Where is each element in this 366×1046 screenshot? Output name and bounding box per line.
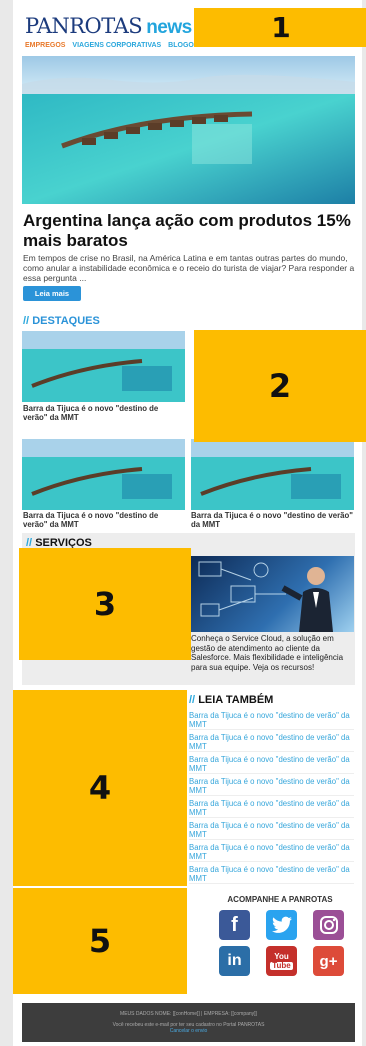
- overlay-box-1: 1: [194, 8, 366, 47]
- destaque-caption-3[interactable]: Barra da Tijuca é o novo "destino de ver…: [191, 511, 353, 529]
- hero-lead: Em tempos de crise no Brasil, na América…: [23, 253, 355, 283]
- heading-slash: //: [23, 315, 30, 327]
- social-heading: ACOMPANHE A PANROTAS: [227, 895, 333, 904]
- linkedin-icon[interactable]: in: [219, 946, 250, 976]
- related-link[interactable]: Barra da Tijuca é o novo "destino de ver…: [189, 843, 354, 862]
- destaque-caption-1[interactable]: Barra da Tijuca é o novo "destino de ver…: [23, 404, 183, 422]
- google-plus-icon[interactable]: g+: [313, 946, 344, 976]
- service-cloud-image[interactable]: [191, 556, 354, 632]
- youtube-icon[interactable]: You Tube: [266, 946, 297, 976]
- destaques-heading: // DESTAQUES: [23, 315, 100, 327]
- overlay-label: 3: [93, 585, 117, 623]
- hero-image[interactable]: [22, 56, 355, 204]
- linkedin-glyph: in: [227, 952, 242, 969]
- overlay-box-5: 5: [13, 888, 187, 994]
- facebook-icon[interactable]: f: [219, 910, 250, 940]
- overlay-label: 1: [271, 11, 291, 44]
- hero-title[interactable]: Argentina lança ação com produtos 15% ma…: [23, 211, 358, 251]
- related-link[interactable]: Barra da Tijuca é o novo "destino de ver…: [189, 799, 354, 818]
- overlay-box-4: 4: [13, 690, 187, 886]
- related-link[interactable]: Barra da Tijuca é o novo "destino de ver…: [189, 865, 354, 884]
- footer-user-data: MEUS DADOS NOME: [[conHome]] | EMPRESA: …: [120, 1011, 257, 1017]
- youtube-glyph-top: You: [274, 951, 289, 961]
- heading-text: DESTAQUES: [32, 315, 100, 327]
- instagram-icon[interactable]: [313, 910, 344, 940]
- related-link[interactable]: Barra da Tijuca é o novo "destino de ver…: [189, 821, 354, 840]
- youtube-glyph-bottom: Tube: [270, 960, 293, 970]
- overlay-label: 5: [88, 922, 112, 960]
- service-cloud-text[interactable]: Conheça o Service Cloud, a solução em ge…: [191, 634, 354, 672]
- twitter-icon[interactable]: [266, 910, 297, 940]
- heading-text: LEIA TAMBÉM: [198, 694, 274, 706]
- related-link[interactable]: Barra da Tijuca é o novo "destino de ver…: [189, 733, 354, 752]
- footer: MEUS DADOS NOME: [[conHome]] | EMPRESA: …: [22, 1003, 355, 1042]
- related-link[interactable]: Barra da Tijuca é o novo "destino de ver…: [189, 711, 354, 730]
- nav-item-viagens-corporativas[interactable]: VIAGENS CORPORATIVAS: [72, 42, 161, 49]
- logo-text: PANROTAS: [25, 14, 143, 38]
- google-plus-glyph: g+: [319, 952, 338, 970]
- destaque-thumb-3[interactable]: [191, 439, 354, 510]
- related-link[interactable]: Barra da Tijuca é o novo "destino de ver…: [189, 755, 354, 774]
- overlay-box-2: 2: [194, 330, 366, 442]
- leia-tambem-heading: // LEIA TAMBÉM: [189, 694, 273, 706]
- logo-news-text: news: [146, 17, 192, 38]
- overlay-label: 4: [88, 769, 112, 807]
- unsubscribe-link[interactable]: Cancelar o envio: [22, 1028, 355, 1034]
- overlay-label: 2: [268, 367, 292, 405]
- destaque-caption-2[interactable]: Barra da Tijuca é o novo "destino de ver…: [23, 511, 183, 529]
- top-nav: EMPREGOS VIAGENS CORPORATIVAS BLOGOS: [25, 42, 204, 49]
- read-more-button[interactable]: Leia mais: [23, 286, 81, 301]
- destaque-thumb-1[interactable]: [22, 331, 185, 402]
- nav-item-empregos[interactable]: EMPREGOS: [25, 42, 65, 49]
- heading-slash: //: [189, 694, 196, 706]
- related-link[interactable]: Barra da Tijuca é o novo "destino de ver…: [189, 777, 354, 796]
- overlay-box-3: 3: [19, 548, 191, 660]
- destaque-thumb-2[interactable]: [22, 439, 185, 510]
- facebook-glyph: f: [231, 913, 238, 936]
- panrotas-logo[interactable]: PANROTAS news: [25, 14, 192, 39]
